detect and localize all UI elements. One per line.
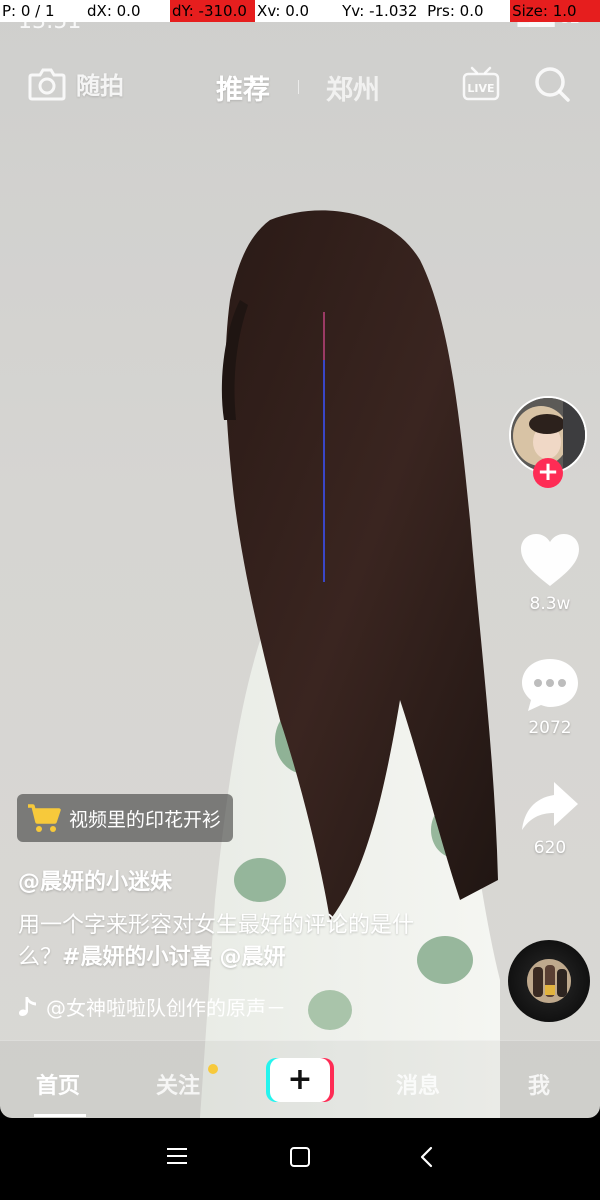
live-button[interactable]: LIVE — [462, 64, 500, 106]
top-nav: 随拍 推荐 郑州 LIVE — [0, 58, 600, 114]
live-icon: LIVE — [462, 66, 500, 101]
debug-xv: Xv: 0.0 — [257, 2, 310, 20]
search-button[interactable] — [532, 64, 572, 108]
casual-shoot-label: 随拍 — [76, 72, 124, 100]
debug-yv: Yv: -1.032 — [342, 2, 418, 20]
like-button[interactable]: 8.3w — [510, 534, 590, 614]
active-tab-indicator — [34, 1114, 86, 1117]
music-cover-art — [527, 959, 571, 1003]
camera-icon — [28, 68, 66, 100]
home-icon — [290, 1147, 310, 1167]
comment-count: 2072 — [528, 718, 572, 738]
share-count: 620 — [533, 838, 567, 858]
music-title: @女神啦啦队创作的原声－ — [46, 996, 286, 1020]
author-username[interactable]: @晨妍的小迷妹 — [18, 864, 172, 896]
bottom-tab-bar: 首页 关注 + 消息 我 — [0, 1040, 600, 1118]
share-button[interactable]: 620 — [510, 780, 590, 858]
tab-recommend[interactable]: 推荐 — [216, 68, 270, 107]
cart-icon — [28, 804, 61, 832]
music-disc-button[interactable] — [508, 940, 590, 1022]
heart-icon — [521, 534, 579, 586]
share-icon — [522, 782, 578, 830]
tabbar-divider — [0, 1040, 600, 1041]
casual-shoot-button[interactable]: 随拍 — [28, 66, 124, 101]
debug-pointer: P: 0 / 1 — [2, 2, 55, 20]
music-info[interactable]: @女神啦啦队创作的原声－ — [18, 992, 286, 1021]
tab-home[interactable]: 首页 — [36, 1068, 80, 1100]
debug-size: Size: 1.0 — [510, 0, 600, 22]
author-avatar-button[interactable]: + — [509, 396, 587, 488]
product-tag-label: 视频里的印花开衫 — [69, 808, 222, 831]
back-icon — [420, 1146, 433, 1168]
comment-icon — [522, 659, 578, 711]
tab-messages[interactable]: 消息 — [396, 1068, 440, 1100]
tiktok-feed-screen: P: 0 / 1 dX: 0.0 dY: -310.0 Xv: 0.0 Yv: … — [0, 0, 600, 1200]
follow-plus-button[interactable]: + — [533, 458, 563, 488]
like-count: 8.3w — [529, 594, 571, 614]
tab-following[interactable]: 关注 — [156, 1068, 200, 1100]
music-note-icon — [19, 996, 36, 1016]
menu-icon — [167, 1148, 187, 1164]
debug-overlay: P: 0 / 1 dX: 0.0 dY: -310.0 Xv: 0.0 Yv: … — [0, 0, 600, 22]
debug-dy: dY: -310.0 — [170, 0, 256, 22]
debug-dx: dX: 0.0 — [87, 2, 141, 20]
search-icon — [535, 67, 570, 102]
debug-prs: Prs: 0.0 — [427, 2, 484, 20]
video-description: 用一个字来形容对女生最好的评论的是什么？#晨妍的小讨喜 @晨妍 — [18, 910, 438, 974]
system-navigation-bar — [0, 1118, 600, 1200]
tab-city[interactable]: 郑州 — [326, 68, 380, 107]
home-button[interactable] — [289, 1146, 311, 1172]
tab-me[interactable]: 我 — [528, 1068, 550, 1100]
music-cover-image — [527, 959, 571, 1003]
notification-dot — [208, 1064, 218, 1074]
comment-button[interactable]: 2072 — [510, 656, 590, 738]
live-label: LIVE — [467, 82, 494, 95]
menu-button[interactable] — [166, 1146, 188, 1170]
product-tag-button[interactable]: 视频里的印花开衫 — [17, 794, 234, 842]
mention-link[interactable]: @晨妍 — [219, 945, 285, 970]
tab-separator — [298, 80, 299, 94]
hashtag-link[interactable]: #晨妍的小讨喜 — [62, 945, 212, 970]
back-button[interactable] — [418, 1146, 434, 1172]
plus-icon: + — [287, 1062, 313, 1097]
create-video-button[interactable]: + — [266, 1058, 334, 1102]
